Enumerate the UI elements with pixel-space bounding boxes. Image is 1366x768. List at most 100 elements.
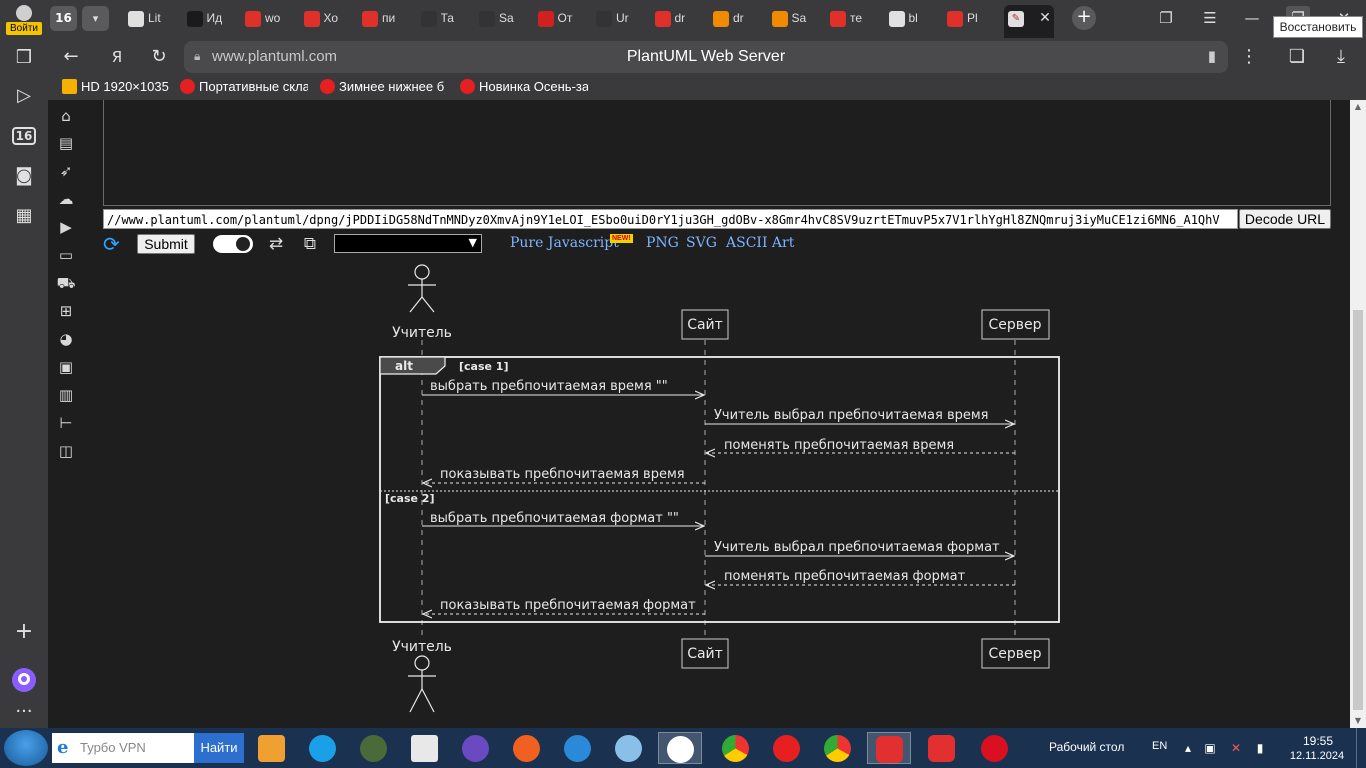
tab[interactable]: Ur (592, 5, 632, 33)
tabs-16-icon[interactable]: 16 (10, 122, 38, 150)
chat-icon[interactable]: ▭ (56, 245, 76, 265)
video-icon[interactable]: ▶ (56, 217, 76, 237)
chrome-icon[interactable] (714, 732, 758, 764)
collections-icon[interactable]: ❒ (10, 44, 38, 72)
spider-solitaire-icon[interactable] (454, 732, 498, 764)
collections-icon[interactable]: ❐ (1154, 6, 1178, 30)
rocket-icon[interactable]: ➶ (56, 161, 76, 181)
tab-count-button[interactable]: 16 (50, 6, 77, 31)
game-flower-icon[interactable] (505, 732, 549, 764)
book-open-icon[interactable]: ◫ (56, 441, 76, 461)
tab[interactable]: Lit (124, 5, 164, 33)
tray-app-icon[interactable]: ▣ (1202, 740, 1218, 756)
palette-icon[interactable]: ◕ (56, 329, 76, 349)
profile-button[interactable]: Войти (6, 2, 42, 36)
cloud-icon[interactable]: ☁ (56, 189, 76, 209)
example-select[interactable]: ▼ (334, 234, 482, 253)
menu-icon[interactable]: ☰ (1198, 6, 1222, 30)
taskbar-search-button[interactable]: Найти (194, 733, 244, 763)
new-tab-button[interactable]: + (1072, 6, 1096, 30)
tab[interactable]: Хо (300, 5, 340, 33)
encoded-url-input[interactable]: //www.plantuml.com/plantuml/dpng/jPDDIiD… (103, 209, 1238, 229)
reload-icon[interactable]: ↻ (146, 44, 172, 70)
skype-icon[interactable] (301, 732, 345, 764)
png-link[interactable]: PNG (646, 235, 679, 251)
bookmark-item[interactable]: Портативные скла (180, 79, 308, 97)
alice-assistant-icon[interactable] (12, 668, 36, 692)
books-icon[interactable]: ▥ (56, 385, 76, 405)
opera-icon[interactable] (973, 732, 1017, 764)
tab[interactable]: Sa (475, 5, 515, 33)
network-icon[interactable]: ▮ (1252, 740, 1268, 756)
tab[interactable]: dr (709, 5, 749, 33)
download-icon[interactable]: ⤓ (1328, 44, 1354, 70)
more-vertical-icon[interactable]: ⋮ (1236, 44, 1262, 70)
tab[interactable]: Pl (943, 5, 983, 33)
tab[interactable]: dr (651, 5, 691, 33)
apps-grid-icon[interactable]: ▦ (10, 202, 38, 230)
bookmark-item[interactable]: HD 1920×1035 (62, 79, 172, 97)
chrome-icon[interactable] (816, 732, 860, 764)
more-icon[interactable]: ··· (10, 698, 38, 726)
screenshot-icon[interactable]: ◙ (10, 162, 38, 190)
tab[interactable]: От (534, 5, 574, 33)
sitemap-icon[interactable]: ⊞ (56, 301, 76, 321)
dark-mode-toggle[interactable] (213, 235, 253, 253)
start-button[interactable] (4, 730, 48, 766)
pure-javascript-link[interactable]: Pure Javascript (510, 235, 619, 251)
tab[interactable]: Та (417, 5, 457, 33)
add-panel-icon[interactable]: + (10, 618, 38, 646)
tab[interactable]: Sa (768, 5, 808, 33)
decode-url-button[interactable]: Decode URL (1239, 209, 1331, 229)
cart-icon[interactable]: ⛟ (56, 273, 76, 293)
home-icon[interactable]: ⌂ (56, 106, 76, 126)
play-icon[interactable]: ▷ (10, 82, 38, 110)
refresh-icon[interactable]: ⟳ (103, 234, 123, 254)
tab[interactable]: те (826, 5, 866, 33)
swap-layout-icon[interactable]: ⇄ (265, 233, 287, 255)
url-bar[interactable]: 🔒︎ www.plantuml.com PlantUML Web Server … (184, 41, 1228, 73)
language-indicator[interactable]: EN (1152, 740, 1167, 752)
back-icon[interactable]: ← (58, 44, 84, 70)
minimize-icon[interactable]: — (1240, 6, 1264, 30)
popout-icon[interactable]: ⧉ (299, 233, 321, 255)
chevron-down-icon[interactable]: ▾ (82, 6, 109, 31)
solitaire-icon[interactable] (403, 732, 447, 764)
submit-button[interactable]: Submit (137, 234, 195, 254)
tray-expand-icon[interactable]: ▴ (1180, 740, 1196, 756)
desktop-toolbar-label[interactable]: Рабочий стол (1049, 740, 1124, 754)
tab[interactable]: Ид (183, 5, 223, 33)
vivaldi-icon[interactable] (867, 732, 911, 764)
eyes-game-icon[interactable] (607, 732, 651, 764)
svg-link[interactable]: SVG (686, 235, 717, 251)
extensions-icon[interactable]: ❏ (1284, 44, 1310, 70)
page-scrollbar[interactable]: ▲ ▼ (1350, 100, 1366, 728)
show-desktop-button[interactable] (1356, 728, 1366, 768)
chip-icon[interactable]: ▣ (56, 357, 76, 377)
wps-office-icon[interactable] (920, 732, 964, 764)
taskbar-search-input[interactable]: e Турбо VPN (52, 733, 194, 763)
source-textarea[interactable] (103, 100, 1331, 206)
tab[interactable]: пи (358, 5, 398, 33)
scroll-thumb[interactable] (1353, 310, 1363, 710)
bookmark-item[interactable]: Новинка Осень-за (460, 79, 588, 97)
scroll-down-icon[interactable]: ▼ (1350, 714, 1366, 728)
volume-muted-icon[interactable]: ✕ (1228, 740, 1244, 756)
internet-explorer-app-icon[interactable] (556, 732, 600, 764)
scroll-up-icon[interactable]: ▲ (1350, 100, 1366, 114)
signpost-icon[interactable]: ⊢ (56, 413, 76, 433)
close-tab-icon[interactable]: ✕ (1036, 9, 1054, 27)
tab[interactable]: bl (885, 5, 925, 33)
tab[interactable]: wo (241, 5, 281, 33)
yandex-icon[interactable] (765, 732, 809, 764)
clock-time[interactable]: 19:55 (1290, 734, 1346, 748)
ascii-art-link[interactable]: ASCII Art (726, 235, 794, 251)
game-halo-icon[interactable] (352, 732, 396, 764)
media-player-icon[interactable] (250, 732, 294, 764)
clock-date[interactable]: 12.11.2024 (1284, 750, 1350, 762)
bookmark-item[interactable]: Зимнее нижнее б (320, 79, 448, 97)
document-icon[interactable]: ▤ (56, 133, 76, 153)
bookmark-icon[interactable]: ▮ (1208, 47, 1216, 65)
yandex-icon[interactable]: Я (104, 44, 130, 70)
yandex-browser-icon[interactable] (658, 732, 702, 764)
